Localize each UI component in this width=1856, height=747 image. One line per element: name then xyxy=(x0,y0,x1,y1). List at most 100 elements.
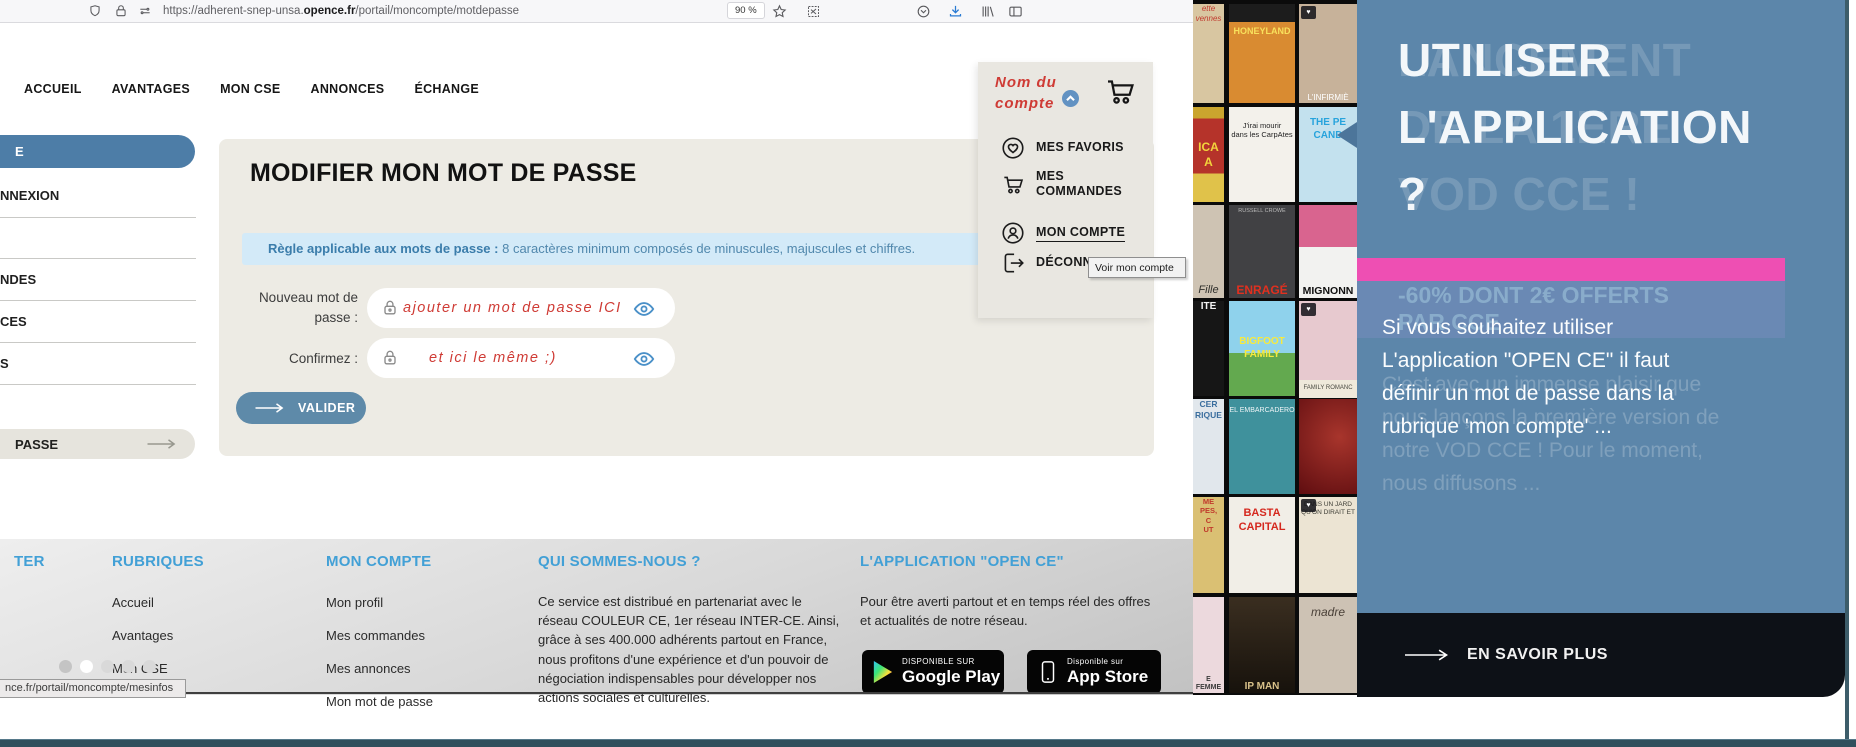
carousel-dot[interactable] xyxy=(143,660,156,673)
screenshot-scissors-icon[interactable] xyxy=(806,4,821,19)
footer-link[interactable]: Mon mot de passe xyxy=(326,694,433,727)
sidebar-item[interactable] xyxy=(0,230,190,244)
user-circle-icon xyxy=(1000,220,1026,246)
new-password-field[interactable]: ajouter un mot de passe ICI xyxy=(367,288,675,328)
footer-link[interactable]: Avantages xyxy=(112,628,173,661)
favorite-heart-icon[interactable]: ♥ xyxy=(1301,303,1316,316)
poster-tile[interactable]: madre xyxy=(1299,597,1357,693)
google-play-badge[interactable]: DISPONIBLE SUR Google Play xyxy=(862,650,1004,694)
sidebar-divider xyxy=(0,342,196,343)
poster-tile[interactable]: CER RIQUE xyxy=(1193,399,1224,494)
badge-bottom-text: App Store xyxy=(1067,667,1149,686)
new-password-label: Nouveau mot de xyxy=(258,290,358,305)
cart-icon[interactable] xyxy=(1102,74,1138,110)
poster-tile[interactable]: ME PES, C UT xyxy=(1193,497,1224,593)
carousel-dot[interactable] xyxy=(59,660,72,673)
lock-icon[interactable] xyxy=(114,4,128,18)
poster-tile[interactable]: IP MAN xyxy=(1229,597,1295,693)
url-prefix: https://adherent-snep-unsa. xyxy=(163,5,304,17)
poster-tile[interactable]: E FEMME xyxy=(1193,597,1224,693)
nav-item--change[interactable]: ÉCHANGE xyxy=(414,82,479,96)
carousel-dot[interactable] xyxy=(101,660,114,673)
poster-tile[interactable]: EL EMBARCADERO xyxy=(1229,399,1295,494)
carousel-dot[interactable] xyxy=(80,660,93,673)
poster-tile[interactable] xyxy=(1299,399,1357,494)
sidebar-toggle-icon[interactable] xyxy=(1008,4,1023,19)
learn-more-button[interactable]: EN SAVOIR PLUS xyxy=(1357,613,1845,697)
promo-panel: LANCEMENT DE LA 1ERE VOD CCE ! UTILISER L'A… xyxy=(1357,0,1845,613)
phone-icon xyxy=(1037,659,1059,685)
sidebar-divider xyxy=(0,300,196,301)
submit-button-label: VALIDER xyxy=(298,401,356,415)
show-password-eye-icon[interactable] xyxy=(631,298,657,320)
poster-title: CER RIQUE xyxy=(1195,399,1222,420)
nav-item-accueil[interactable]: ACCUEIL xyxy=(24,82,82,96)
poster-tile[interactable]: RUSSELL CROWE ENRAGÉ xyxy=(1229,205,1295,298)
poster-tile[interactable]: L'INFIRMIÈ ♥ xyxy=(1299,4,1357,103)
poster-tile[interactable]: ette vennes xyxy=(1193,4,1224,103)
confirm-password-field[interactable]: et ici le même ;) xyxy=(367,338,675,378)
sidebar-item[interactable]: NNEXION xyxy=(0,188,190,203)
poster-tile[interactable]: DANS UN JARD QU'ON DIRAIT ET♥ xyxy=(1299,497,1357,593)
cart-icon xyxy=(1000,172,1026,198)
tracking-shield-icon[interactable] xyxy=(88,4,102,18)
learn-more-label: EN SAVOIR PLUS xyxy=(1467,646,1608,663)
footer-link[interactable]: Mon profil xyxy=(326,595,433,628)
downloads-icon[interactable] xyxy=(948,4,963,19)
pocket-icon[interactable] xyxy=(916,4,931,19)
url-path: /portail/moncompte/motdepasse xyxy=(355,5,520,17)
poster-tile[interactable]: MIGNONN xyxy=(1299,247,1357,298)
sidebar-item-password-label: PASSE xyxy=(15,437,59,452)
url-text[interactable]: https://adherent-snep-unsa.opence.fr/por… xyxy=(163,4,519,19)
sidebar-item[interactable]: S xyxy=(0,356,190,371)
poster-title: ME PES, C UT xyxy=(1199,497,1218,535)
favorite-heart-icon[interactable]: ♥ xyxy=(1301,499,1316,512)
poster-tile[interactable]: BIGFOOT FAMILY xyxy=(1229,301,1295,396)
footer-heading-qui: QUI SOMMES-NOUS ? xyxy=(538,553,701,570)
library-icon[interactable] xyxy=(980,4,995,19)
browser-window-bottom-edge xyxy=(18,692,1193,694)
poster-tile[interactable]: ITE xyxy=(1193,301,1224,396)
menu-item-account[interactable]: MON COMPTE xyxy=(1036,225,1136,242)
menu-item-orders[interactable]: MES COMMANDES xyxy=(1036,169,1122,199)
poster-tile[interactable]: ICA A xyxy=(1193,107,1224,202)
show-password-eye-icon[interactable] xyxy=(631,348,657,370)
poster-tile[interactable]: BASTA CAPITAL xyxy=(1229,497,1295,593)
sidebar-item[interactable]: NDES xyxy=(0,272,190,287)
chevron-up-icon[interactable] xyxy=(1062,90,1079,107)
menu-item-favorites[interactable]: MES FAVORIS xyxy=(1036,140,1136,155)
poster-title: ette vennes xyxy=(1195,4,1222,23)
page-title: MODIFIER MON MOT DE PASSE xyxy=(250,159,637,187)
poster-tile[interactable]: ♥ xyxy=(1299,301,1357,380)
sidebar-item-active[interactable]: E xyxy=(0,135,195,168)
nav-item-annonces[interactable]: ANNONCES xyxy=(311,82,385,96)
heart-circle-icon xyxy=(1000,135,1026,161)
footer-link[interactable]: Mes annonces xyxy=(326,661,433,694)
carousel-dot[interactable] xyxy=(122,660,135,673)
poster-title: IP MAN xyxy=(1244,680,1280,692)
nav-item-avantages[interactable]: AVANTAGES xyxy=(112,82,190,96)
poster-tile[interactable]: Fille xyxy=(1193,205,1224,298)
poster-tile[interactable] xyxy=(1299,205,1357,247)
nav-item-mon-cse[interactable]: MON CSE xyxy=(220,82,280,96)
confirm-password-label: Confirmez : xyxy=(288,351,358,366)
bookmark-star-icon[interactable] xyxy=(772,4,787,19)
app-store-badge[interactable]: Disponible sur App Store xyxy=(1027,650,1161,694)
poster-tile[interactable]: FAMILY ROMANC xyxy=(1299,380,1357,398)
poster-title: HONEYLAND xyxy=(1233,26,1291,36)
poster-tile[interactable]: HONEYLAND xyxy=(1229,4,1295,103)
sidebar-item[interactable]: CES xyxy=(0,314,190,329)
promo-panel-notch xyxy=(1337,122,1357,148)
submit-button[interactable]: VALIDER xyxy=(236,392,366,424)
footer-link[interactable]: Accueil xyxy=(112,595,173,628)
favorite-heart-icon[interactable]: ♥ xyxy=(1301,6,1316,19)
sidebar-item-password[interactable]: PASSE xyxy=(0,429,195,459)
browser-address-bar: https://adherent-snep-unsa.opence.fr/por… xyxy=(0,0,1193,23)
account-name-line1: Nom du xyxy=(995,74,1057,91)
footer-link[interactable]: Mes commandes xyxy=(326,628,433,661)
zoom-level-badge[interactable]: 90 % xyxy=(727,2,765,19)
permissions-icon[interactable] xyxy=(138,4,152,18)
poster-tile[interactable]: J'irai mourir dans les CarpAtes xyxy=(1229,107,1295,202)
account-name[interactable]: Nom du compte xyxy=(995,72,1057,114)
sidebar-divider xyxy=(0,384,196,385)
